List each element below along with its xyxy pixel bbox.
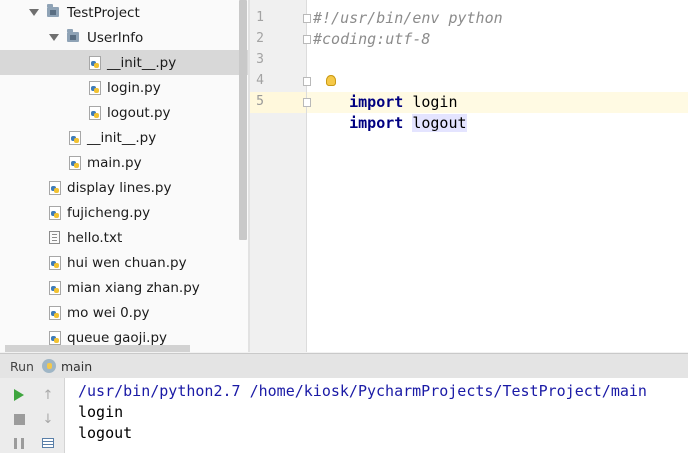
tree-item-label: mo wei 0.py: [67, 304, 150, 321]
folder-icon: [47, 3, 59, 17]
text-file-icon: [49, 231, 60, 244]
tree-item-userinfo-init[interactable]: __init__.py: [0, 50, 248, 75]
python-file-icon: [49, 205, 61, 220]
python-file-icon: [49, 255, 61, 270]
arrow-up-icon: ↑: [42, 387, 54, 403]
tree-item-logout[interactable]: logout.py: [0, 100, 248, 125]
tree-item-label: TestProject: [67, 4, 140, 21]
code-line-5: import logout: [313, 92, 467, 132]
scroll-up-button[interactable]: ↑: [39, 386, 57, 404]
tree-item-label: __init__.py: [87, 129, 157, 146]
run-toolbar: ↑ ↓: [0, 378, 65, 453]
tree-item-hui-wen-chuan[interactable]: hui wen chuan.py: [0, 250, 248, 275]
code-line-1: #!/usr/bin/env python: [313, 9, 503, 27]
line-number: 2: [256, 31, 264, 46]
code-line-2: #coding:utf-8: [313, 30, 431, 48]
tree-item-label: main.py: [87, 154, 142, 171]
run-panel-title: Run: [10, 358, 34, 374]
run-tab-main[interactable]: main: [61, 359, 92, 374]
tree-item-label: __init__.py: [107, 54, 177, 71]
python-file-icon: [69, 155, 81, 170]
tree-item-label: queue gaoji.py: [67, 329, 168, 346]
tree-item-testproject[interactable]: TestProject: [0, 0, 248, 25]
tree-item-main[interactable]: main.py: [0, 150, 248, 175]
tree-item-label: hello.txt: [67, 229, 123, 246]
scroll-down-button[interactable]: ↓: [39, 410, 57, 428]
tree-item-label: login.py: [107, 79, 161, 96]
tree-item-init[interactable]: __init__.py: [0, 125, 248, 150]
line-number: 1: [256, 10, 264, 25]
tree-item-label: fujicheng.py: [67, 204, 151, 221]
python-icon: [41, 359, 56, 373]
python-file-icon: [49, 180, 61, 195]
tree-item-label: UserInfo: [87, 29, 144, 46]
lightbulb-icon[interactable]: [326, 75, 336, 86]
run-panel-header: Run main: [0, 353, 688, 378]
python-file-icon: [49, 305, 61, 320]
code-editor[interactable]: #!/usr/bin/env python #coding:utf-8 impo…: [303, 0, 688, 352]
pause-icon: [14, 437, 24, 449]
editor-gutter: 1 2 3 4 5: [250, 0, 307, 352]
tree-item-mo-wei-0[interactable]: mo wei 0.py: [0, 300, 248, 325]
tree-item-mian-xiang-zhan[interactable]: mian xiang zhan.py: [0, 275, 248, 300]
line-number: 3: [256, 52, 264, 67]
project-tree: TestProject UserInfo __init__.py login.p…: [0, 0, 248, 352]
arrow-down-icon: ↓: [42, 411, 54, 427]
code-line-4: import login: [313, 71, 458, 111]
rerun-button[interactable]: [10, 386, 28, 404]
console-line: logout: [78, 424, 133, 442]
tree-item-label: logout.py: [107, 104, 171, 121]
tree-item-login[interactable]: login.py: [0, 75, 248, 100]
soft-wrap-button[interactable]: [39, 434, 57, 452]
soft-wrap-icon: [42, 438, 54, 448]
tree-item-userinfo[interactable]: UserInfo: [0, 25, 248, 50]
python-file-icon: [49, 280, 61, 295]
line-number: 4: [256, 73, 264, 88]
tree-item-label: display lines.py: [67, 179, 172, 196]
fold-marker-icon[interactable]: [303, 77, 311, 86]
chevron-down-icon[interactable]: [49, 34, 59, 41]
fold-marker-icon[interactable]: [303, 98, 311, 107]
fold-marker-icon[interactable]: [303, 35, 311, 44]
tree-horizontal-scrollbar[interactable]: [5, 345, 190, 352]
console-line: /usr/bin/python2.7 /home/kiosk/PycharmPr…: [78, 382, 647, 400]
chevron-down-icon[interactable]: [29, 9, 39, 16]
python-file-icon: [49, 330, 61, 345]
line-number: 5: [256, 94, 264, 109]
tree-item-hello[interactable]: hello.txt: [0, 225, 248, 250]
fold-marker-icon[interactable]: [303, 14, 311, 23]
tree-item-label: hui wen chuan.py: [67, 254, 187, 271]
identifier: logout: [412, 114, 467, 132]
run-console[interactable]: /usr/bin/python2.7 /home/kiosk/PycharmPr…: [65, 378, 688, 453]
tree-item-fujicheng[interactable]: fujicheng.py: [0, 200, 248, 225]
tree-item-label: mian xiang zhan.py: [67, 279, 200, 296]
console-line: login: [78, 403, 124, 421]
keyword: import: [349, 114, 404, 132]
play-icon: [14, 389, 24, 401]
stop-icon: [13, 413, 25, 425]
stop-button[interactable]: [10, 410, 28, 428]
python-file-icon: [89, 55, 101, 70]
python-file-icon: [89, 80, 101, 95]
python-file-icon: [69, 130, 81, 145]
folder-icon: [67, 28, 79, 42]
tree-item-display-lines[interactable]: display lines.py: [0, 175, 248, 200]
python-file-icon: [89, 105, 101, 120]
pause-button[interactable]: [10, 434, 28, 452]
tree-vertical-scrollbar[interactable]: [239, 0, 247, 240]
